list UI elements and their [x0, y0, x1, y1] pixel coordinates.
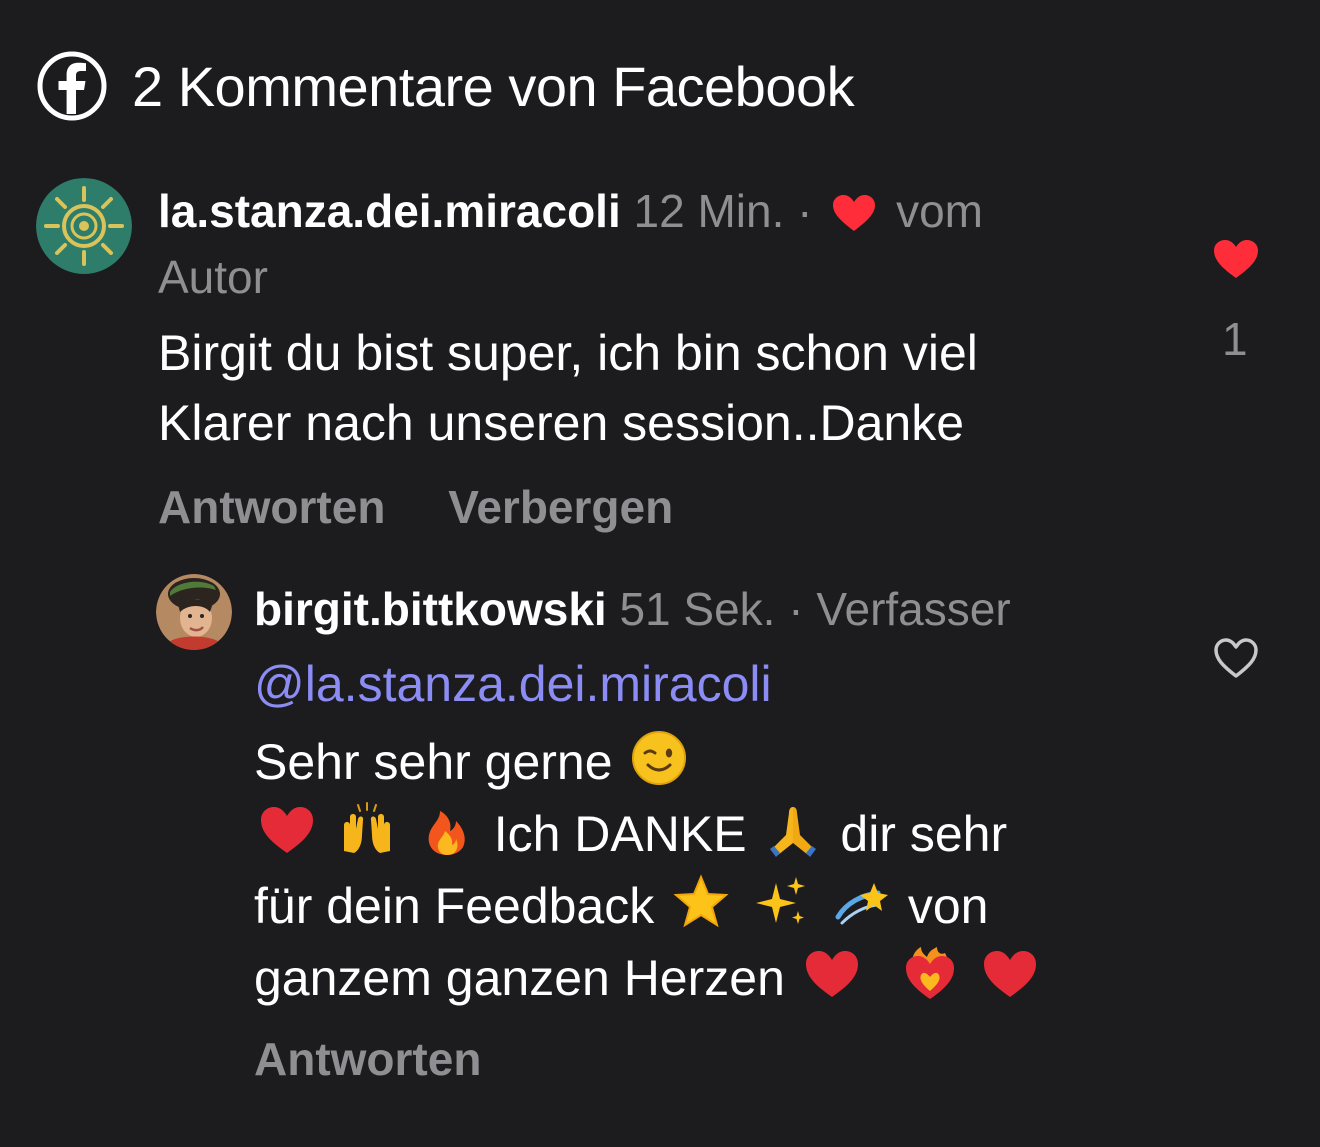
facebook-icon	[36, 50, 108, 122]
comment-username[interactable]: birgit.bittkowski	[254, 583, 607, 635]
meta-separator: ·	[788, 583, 804, 635]
red-heart-icon	[258, 801, 316, 859]
red-heart-icon	[803, 945, 861, 1003]
dizzy-icon	[832, 873, 890, 931]
comment-time: 12 Min.	[633, 185, 785, 237]
hide-button[interactable]: Verbergen	[448, 481, 673, 533]
reply-button[interactable]: Antworten	[254, 1033, 481, 1085]
like-heart-icon[interactable]	[1212, 238, 1260, 280]
reply-comment: birgit.bittkowski 51 Sek. · Verfasser @l…	[254, 576, 1174, 1086]
heart-on-fire-icon	[901, 945, 959, 1003]
liked-by-author-label-cont: Autor	[158, 251, 268, 303]
fire-icon	[418, 801, 476, 859]
author-role-label: Verfasser	[816, 583, 1011, 635]
comment-text: Sehr sehr gerne Ich DANKE dir sehr für d…	[254, 726, 1174, 1014]
author-heart-icon	[825, 185, 896, 237]
comment-text-segment: von	[907, 878, 989, 934]
like-heart-outline-icon[interactable]	[1212, 636, 1260, 680]
comment-text-line: Sehr sehr gerne	[254, 726, 1174, 798]
comment-text-line: ganzem ganzen Herzen	[254, 942, 1174, 1014]
comment-username[interactable]: la.stanza.dei.miracoli	[158, 185, 621, 237]
meta-separator: ·	[797, 185, 813, 237]
comment-actions: Antworten	[254, 1032, 1174, 1086]
avatar[interactable]	[36, 178, 132, 274]
avatar[interactable]	[156, 574, 232, 650]
sparkles-icon	[752, 873, 810, 931]
raising-hands-icon	[338, 801, 396, 859]
comments-count-title: 2 Kommentare von Facebook	[132, 54, 855, 118]
comment-text-line: für dein Feedback von	[254, 870, 1174, 942]
liked-by-author-label: vom	[896, 185, 983, 237]
like-count: 1	[1222, 313, 1248, 365]
comment-text-line: Ich DANKE dir sehr	[254, 798, 1174, 870]
red-heart-icon	[981, 945, 1039, 1003]
folded-hands-icon	[764, 801, 822, 859]
reply-button[interactable]: Antworten	[158, 481, 385, 533]
comment-actions: Antworten Verbergen	[158, 480, 1158, 534]
star-icon	[672, 873, 730, 931]
comment-text-segment: Sehr sehr gerne	[254, 734, 613, 790]
comment-text-segment: Ich DANKE	[493, 806, 747, 862]
comment-text-segment: ganzem ganzen Herzen	[254, 950, 785, 1006]
comment-text-segment: für dein Feedback	[254, 878, 655, 934]
comments-header: 2 Kommentare von Facebook	[36, 50, 855, 122]
comment-meta: la.stanza.dei.miracoli 12 Min. · vom	[158, 178, 1158, 244]
comment-meta: birgit.bittkowski 51 Sek. · Verfasser	[254, 576, 1174, 642]
comment-text-line: Klarer nach unseren session..Danke	[158, 395, 965, 451]
comment-text: Birgit du bist super, ich bin schon viel…	[158, 318, 1158, 458]
comment-text-segment: dir sehr	[840, 806, 1008, 862]
comment: la.stanza.dei.miracoli 12 Min. · vom Aut…	[158, 178, 1158, 534]
mention-link[interactable]: @la.stanza.dei.miracoli	[254, 642, 1174, 726]
comment-time: 51 Sek.	[619, 583, 776, 635]
winking-face-icon	[630, 729, 688, 787]
comment-text-line: Birgit du bist super, ich bin schon viel	[158, 325, 978, 381]
